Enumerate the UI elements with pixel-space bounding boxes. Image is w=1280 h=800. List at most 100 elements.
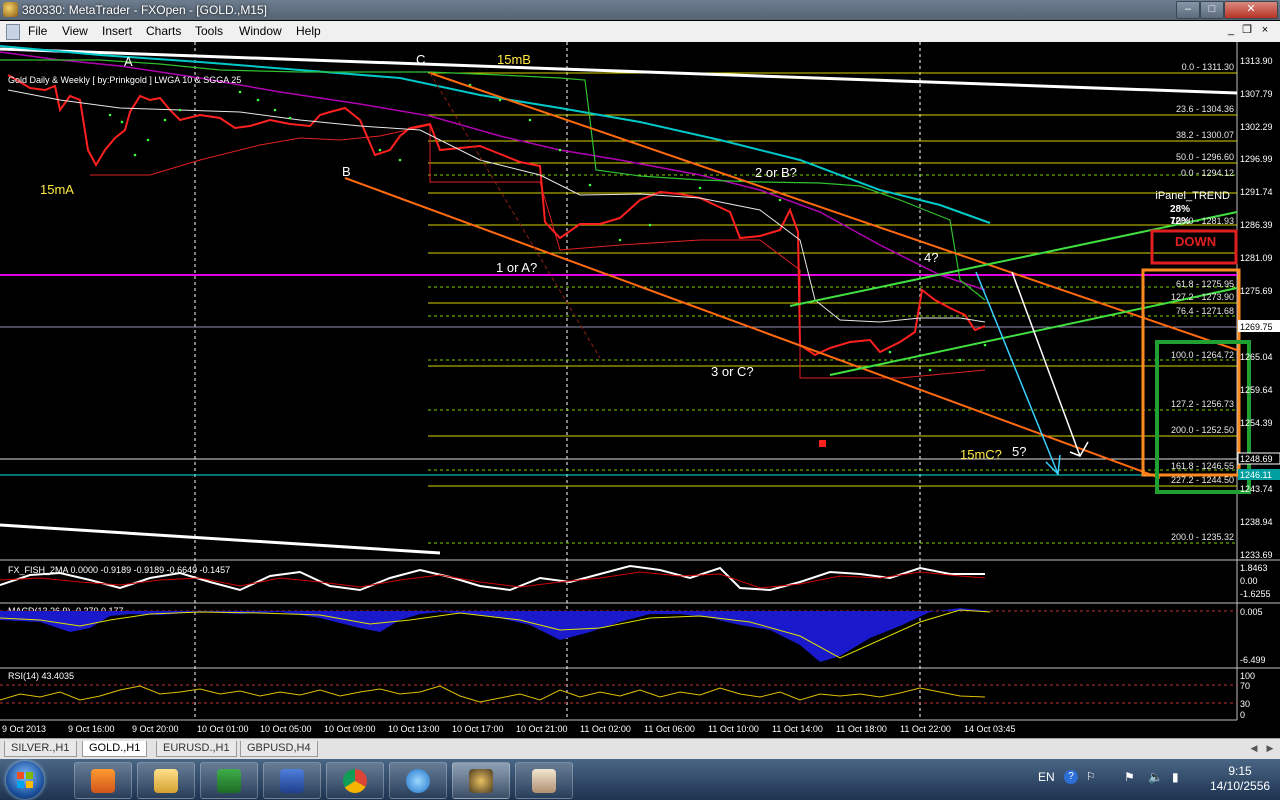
fib-label: 61.8 - 1275.95 <box>1176 279 1234 289</box>
taskbar-media-player[interactable] <box>74 762 132 799</box>
fib-label: 227.2 - 1244.50 <box>1171 475 1234 485</box>
fisher-tick: -1.6255 <box>1240 589 1271 599</box>
macd-tick: -6.499 <box>1240 655 1266 665</box>
chart-background <box>0 42 1280 738</box>
fisher-tick: 1.8463 <box>1240 563 1268 573</box>
fib-label: 0.0 - 1311.30 <box>1182 62 1234 72</box>
time-tick: 10 Oct 21:00 <box>516 724 568 734</box>
chart-document-icon[interactable] <box>6 24 20 40</box>
price-tick: 1238.94 <box>1240 517 1273 527</box>
tab-silver[interactable]: SILVER.,H1 <box>4 741 77 757</box>
fib-label: 50.0 - 1296.60 <box>1176 152 1234 162</box>
taskbar-chrome[interactable] <box>326 762 384 799</box>
wave-label-1-or-a: 1 or A? <box>496 260 537 275</box>
menu-file[interactable]: File <box>28 24 47 38</box>
minimize-button[interactable]: – <box>1176 1 1200 19</box>
taskbar: EN ? ⚐ ⚑ 🔈 ▮ 9:15 14/10/2556 <box>0 759 1280 800</box>
menu-tools[interactable]: Tools <box>195 24 223 38</box>
fib-label: 0.0 - 1294.12 <box>1181 168 1234 178</box>
clock[interactable]: 9:15 14/10/2556 <box>1210 764 1270 794</box>
taskbar-word[interactable] <box>263 762 321 799</box>
menu-help[interactable]: Help <box>296 24 321 38</box>
price-tick: 1286.39 <box>1240 220 1273 230</box>
tab-eurusd[interactable]: EURUSD.,H1 <box>156 741 237 757</box>
signal-marker <box>819 440 826 447</box>
time-tick: 14 Oct 03:45 <box>964 724 1016 734</box>
time-tick: 11 Oct 22:00 <box>900 724 951 734</box>
rsi-tick: 0 <box>1240 710 1245 720</box>
tab-gold[interactable]: GOLD.,H1 <box>82 741 148 757</box>
menu-insert[interactable]: Insert <box>102 24 132 38</box>
rsi-tick: 30 <box>1240 699 1250 709</box>
time-tick: 9 Oct 2013 <box>2 724 46 734</box>
mdi-close-button[interactable]: × <box>1258 24 1272 37</box>
price-tick: 1296.99 <box>1240 154 1273 164</box>
chart-info-text: Gold Daily & Weekly [ by:Prinkgold ] LWG… <box>8 75 241 85</box>
price-tick: 1291.74 <box>1240 187 1273 197</box>
taskbar-internet-explorer[interactable] <box>389 762 447 799</box>
close-button[interactable]: ✕ <box>1224 1 1278 19</box>
tab-scroll-right-icon[interactable]: ▶ <box>1264 742 1276 754</box>
price-tick: 1281.09 <box>1240 253 1273 263</box>
fib-label: 200.0 - 1252.50 <box>1171 425 1234 435</box>
time-tick: 10 Oct 09:00 <box>324 724 376 734</box>
mdi-restore-button[interactable]: ❐ <box>1240 24 1254 37</box>
ipanel-trend-badge: DOWN <box>1175 234 1216 249</box>
folder-icon <box>154 769 178 793</box>
power-icon[interactable]: ▮ <box>1172 770 1179 784</box>
fib-label: 100.0 - 1264.72 <box>1171 350 1234 360</box>
volume-icon[interactable]: 🔈 <box>1148 770 1163 784</box>
fib-label: 23.6 - 1304.36 <box>1176 104 1234 114</box>
excel-icon <box>217 769 241 793</box>
action-center-icon[interactable]: ⚑ <box>1124 770 1135 784</box>
price-tick: 1233.69 <box>1240 550 1273 560</box>
fib-label: 127.2 - 1256.73 <box>1171 399 1234 409</box>
wave-label-a: A <box>124 54 133 69</box>
ipanel-up-percent: 28% <box>1170 204 1190 215</box>
price-chart[interactable]: 0.0 - 1311.30 23.6 - 1304.36 38.2 - 1300… <box>0 42 1280 738</box>
menu-charts[interactable]: Charts <box>146 24 181 38</box>
fib-label: 38.2 - 1300.07 <box>1176 130 1234 140</box>
clock-time: 9:15 <box>1228 764 1252 778</box>
network-icon[interactable]: ⚐ <box>1086 770 1096 783</box>
windows-logo-icon <box>17 772 33 788</box>
language-indicator[interactable]: EN <box>1038 770 1055 784</box>
wave-label-15ma: 15mA <box>40 182 74 197</box>
taskbar-metatrader[interactable] <box>452 762 510 799</box>
price-tick: 1248.69 <box>1240 454 1273 464</box>
menu-bar: File View Insert Charts Tools Window Hel… <box>0 21 1280 43</box>
price-tick: 1265.04 <box>1240 352 1273 362</box>
tab-scroll-left-icon[interactable]: ◀ <box>1248 742 1260 754</box>
paint-icon <box>532 769 556 793</box>
taskbar-excel[interactable] <box>200 762 258 799</box>
taskbar-paint[interactable] <box>515 762 573 799</box>
price-tick: 1302.29 <box>1240 122 1273 132</box>
rsi-tick: 70 <box>1240 681 1250 691</box>
time-tick: 9 Oct 16:00 <box>68 724 115 734</box>
time-tick: 10 Oct 17:00 <box>452 724 504 734</box>
wave-label-3-or-c: 3 or C? <box>711 364 754 379</box>
price-tick: 1307.79 <box>1240 89 1273 99</box>
maximize-button[interactable]: □ <box>1200 1 1224 19</box>
time-tick: 9 Oct 20:00 <box>132 724 179 734</box>
time-tick: 10 Oct 01:00 <box>197 724 249 734</box>
wave-label-15mc: 15mC? <box>960 447 1002 462</box>
close-icon: ✕ <box>1246 3 1256 15</box>
media-player-icon <box>91 769 115 793</box>
menu-window[interactable]: Window <box>239 24 282 38</box>
metatrader-app-icon[interactable] <box>3 2 18 17</box>
tab-gbpusd[interactable]: GBPUSD,H4 <box>240 741 318 757</box>
ipanel-down-percent: 72% <box>1170 216 1190 227</box>
fib-label: 161.8 - 1246.55 <box>1171 461 1234 471</box>
wave-label-c: C <box>416 52 425 67</box>
ipanel-title: iPanel_TREND <box>1155 190 1230 202</box>
help-icon[interactable]: ? <box>1064 770 1078 784</box>
start-button[interactable] <box>6 761 44 799</box>
maximize-icon: □ <box>1208 3 1216 15</box>
price-tick: 1254.39 <box>1240 418 1273 428</box>
metatrader-icon <box>469 769 493 793</box>
menu-view[interactable]: View <box>62 24 88 38</box>
mdi-minimize-button[interactable]: _ <box>1224 24 1238 37</box>
taskbar-file-explorer[interactable] <box>137 762 195 799</box>
price-tick: 1259.64 <box>1240 385 1273 395</box>
